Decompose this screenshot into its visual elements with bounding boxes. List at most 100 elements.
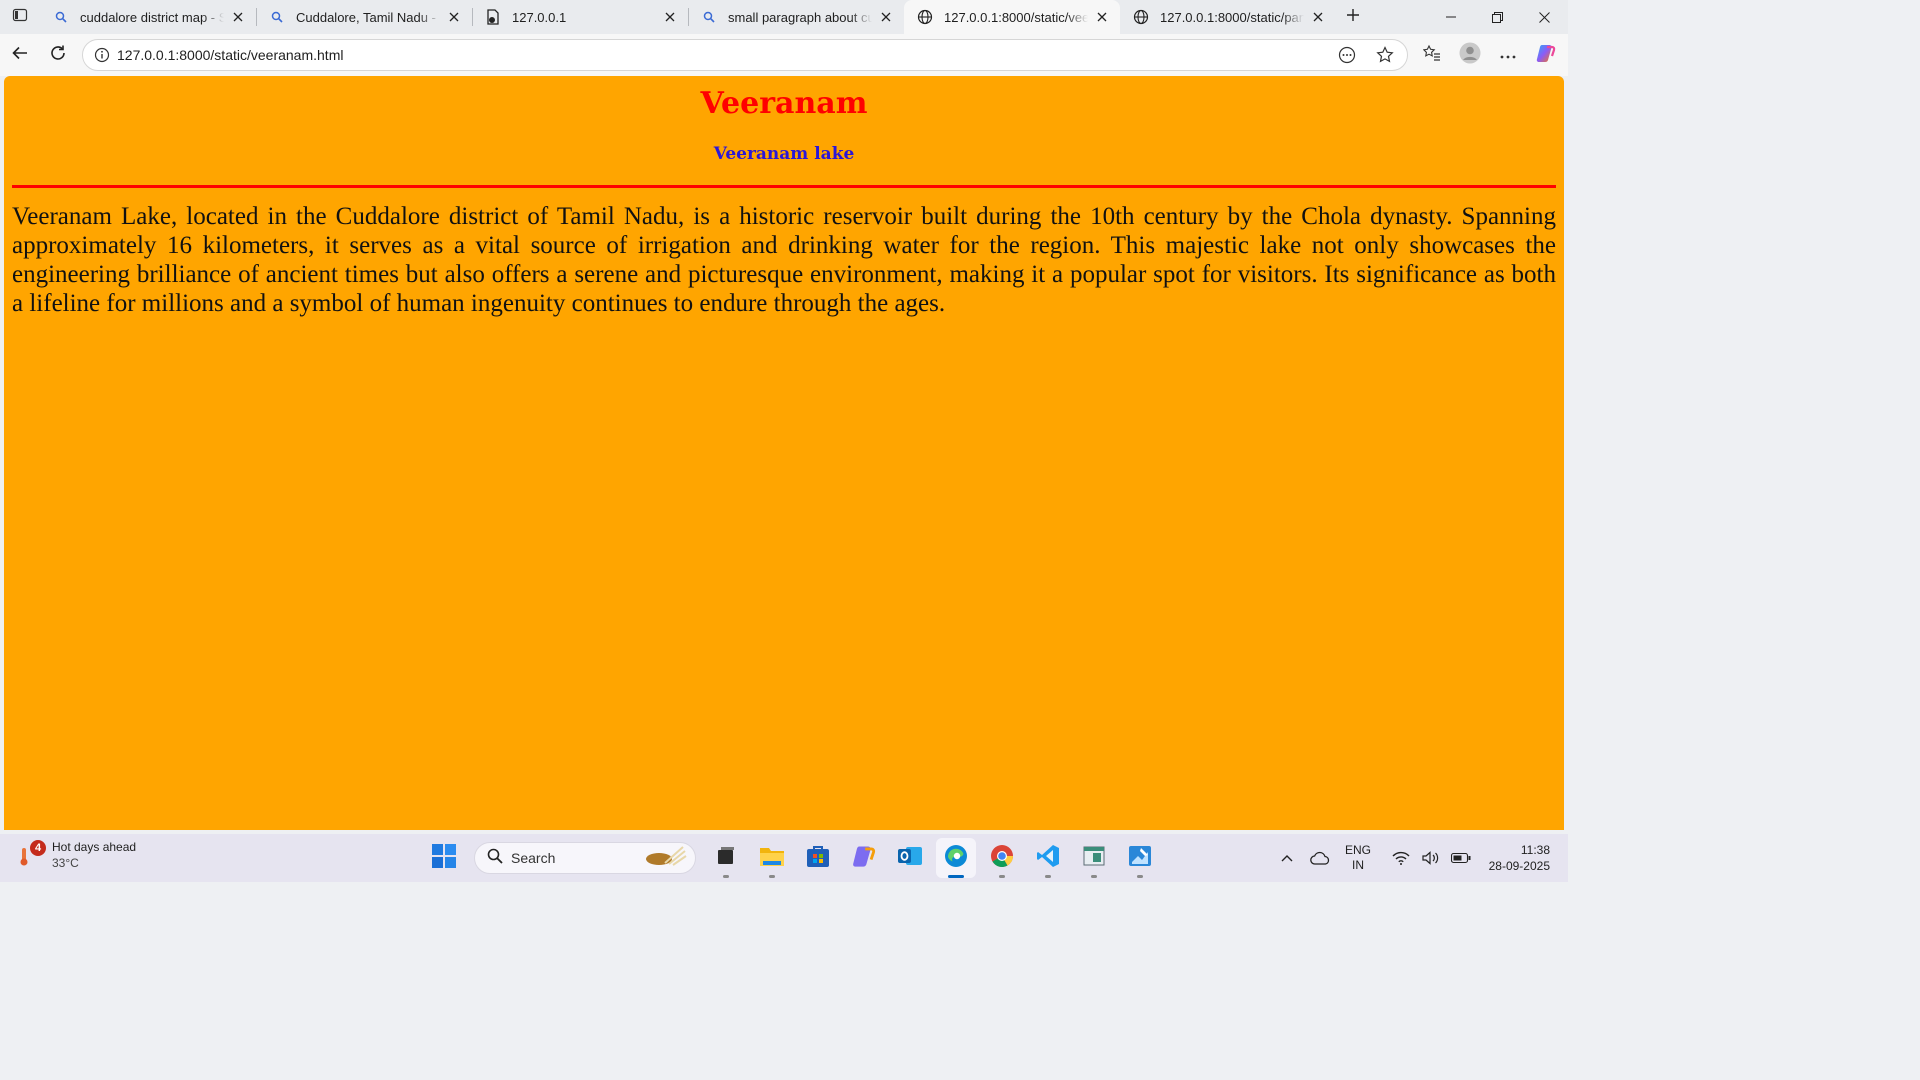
favorites-button[interactable] — [1414, 37, 1450, 73]
plus-icon — [1346, 8, 1360, 27]
clock-date: 28-09-2025 — [1488, 859, 1550, 873]
site-info-icon[interactable] — [87, 47, 117, 63]
notepad-icon — [1082, 844, 1106, 873]
search-icon — [700, 8, 718, 26]
window-controls — [1427, 0, 1568, 34]
close-icon[interactable] — [662, 9, 678, 25]
taskbar-app-edge[interactable] — [936, 838, 976, 878]
search-icon — [52, 8, 70, 26]
close-icon[interactable] — [446, 9, 462, 25]
taskbar-app-store[interactable] — [798, 838, 838, 878]
thermometer-icon: 4 — [18, 840, 48, 870]
tab-cuddalore-bing[interactable]: Cuddalore, Tamil Nadu - Bing — [256, 0, 472, 34]
weather-title: Hot days ahead — [52, 840, 137, 854]
address-url[interactable]: 127.0.0.1:8000/static/veeranam.html — [117, 47, 1331, 63]
language-indicator[interactable]: ENG IN — [1338, 843, 1378, 873]
restore-button[interactable] — [1474, 0, 1521, 34]
address-bar[interactable]: 127.0.0.1:8000/static/veeranam.html — [82, 39, 1408, 71]
new-tab-button[interactable] — [1336, 0, 1370, 34]
page-heading: Veeranam — [700, 86, 868, 121]
page-paragraph: Veeranam Lake, located in the Cuddalore … — [12, 203, 1556, 317]
taskbar: 4 Hot days ahead 33°C Search ENG IN 11:3… — [0, 834, 1568, 882]
page-viewport: Veeranam Veeranam lake Veeranam Lake, lo… — [4, 76, 1564, 830]
close-icon[interactable] — [878, 9, 894, 25]
tab-title: small paragraph about cudd — [728, 9, 872, 25]
page-subheading: Veeranam lake — [713, 144, 855, 164]
close-icon[interactable] — [1310, 9, 1326, 25]
taskbar-app-file-explorer[interactable] — [752, 838, 792, 878]
tab-cuddalore-map-search[interactable]: cuddalore district map - Sear — [40, 0, 256, 34]
clock[interactable]: 11:38 28-09-2025 — [1476, 842, 1550, 874]
start-button[interactable] — [424, 838, 464, 878]
close-icon[interactable] — [230, 9, 246, 25]
language-region: IN — [1352, 858, 1364, 872]
search-icon — [268, 8, 286, 26]
language-code: ENG — [1344, 843, 1371, 857]
task-view-icon — [715, 845, 737, 872]
running-indicator — [1045, 875, 1051, 878]
volume-icon[interactable] — [1416, 851, 1446, 865]
close-icon[interactable] — [1094, 9, 1110, 25]
show-hidden-icons-button[interactable] — [1272, 854, 1302, 862]
tab-actions-button[interactable] — [0, 0, 40, 34]
edge-icon — [943, 843, 969, 874]
store-icon — [806, 844, 830, 873]
taskbar-search[interactable]: Search — [474, 842, 696, 874]
back-arrow-icon — [11, 44, 29, 67]
taskbar-apps: Search — [424, 838, 1160, 878]
settings-more-button[interactable] — [1490, 37, 1526, 73]
minimize-button[interactable] — [1427, 0, 1474, 34]
sidebar-toggle-icon — [12, 7, 28, 28]
tab-strip: cuddalore district map - Sear Cuddalore,… — [0, 0, 1568, 34]
tab-title: 127.0.0.1 — [512, 9, 567, 25]
horizontal-rule — [12, 185, 1556, 188]
reader-options-icon[interactable] — [1331, 41, 1363, 69]
globe-icon — [916, 8, 934, 26]
address-bar-actions — [1331, 41, 1401, 69]
avatar-icon — [1459, 42, 1481, 69]
taskbar-app-paint[interactable] — [1120, 838, 1160, 878]
taskbar-app-outlook[interactable] — [890, 838, 930, 878]
taskbar-app-task-view[interactable] — [706, 838, 746, 878]
running-indicator — [948, 875, 964, 878]
running-indicator — [723, 875, 729, 878]
refresh-button[interactable] — [40, 37, 76, 73]
browser-toolbar: 127.0.0.1:8000/static/veeranam.html — [0, 34, 1568, 76]
weather-badge: 4 — [30, 840, 46, 856]
more-dots-icon — [1500, 46, 1516, 64]
running-indicator — [1137, 875, 1143, 878]
copilot-icon — [851, 843, 877, 874]
taskbar-app-chrome[interactable] — [982, 838, 1022, 878]
favorite-star-icon[interactable] — [1369, 41, 1401, 69]
battery-icon[interactable] — [1446, 852, 1476, 864]
back-button[interactable] — [2, 37, 38, 73]
weather-temperature: 33°C — [52, 856, 79, 870]
close-window-button[interactable] — [1521, 0, 1568, 34]
windows-logo-icon — [432, 843, 456, 873]
copilot-icon — [1535, 42, 1557, 69]
system-tray: ENG IN 11:38 28-09-2025 — [1272, 834, 1568, 882]
weather-widget[interactable]: 4 Hot days ahead 33°C — [18, 839, 136, 871]
onedrive-icon[interactable] — [1302, 851, 1338, 865]
running-indicator — [999, 875, 1005, 878]
tab-veeranam[interactable]: 127.0.0.1:8000/static/veeranam — [904, 0, 1120, 34]
tab-panruti[interactable]: 127.0.0.1:8000/static/panruti — [1120, 0, 1336, 34]
tab-localhost[interactable]: 127.0.0.1 — [472, 0, 688, 34]
copilot-button[interactable] — [1528, 37, 1564, 73]
search-icon — [487, 848, 503, 869]
favorites-list-icon — [1422, 44, 1441, 67]
folder-icon — [759, 845, 785, 872]
taskbar-app-copilot[interactable] — [844, 838, 884, 878]
search-highlight-icon — [643, 843, 687, 874]
profile-button[interactable] — [1452, 37, 1488, 73]
refresh-icon — [49, 44, 67, 67]
taskbar-app-notepad[interactable] — [1074, 838, 1114, 878]
wifi-icon[interactable] — [1386, 851, 1416, 865]
tab-title: cuddalore district map - Sear — [80, 9, 224, 25]
tab-title: Cuddalore, Tamil Nadu - Bing — [296, 9, 440, 25]
tab-paragraph-search[interactable]: small paragraph about cudd — [688, 0, 904, 34]
globe-icon — [1132, 8, 1150, 26]
taskbar-app-vscode[interactable] — [1028, 838, 1068, 878]
search-placeholder: Search — [511, 850, 556, 866]
running-indicator — [1091, 875, 1097, 878]
